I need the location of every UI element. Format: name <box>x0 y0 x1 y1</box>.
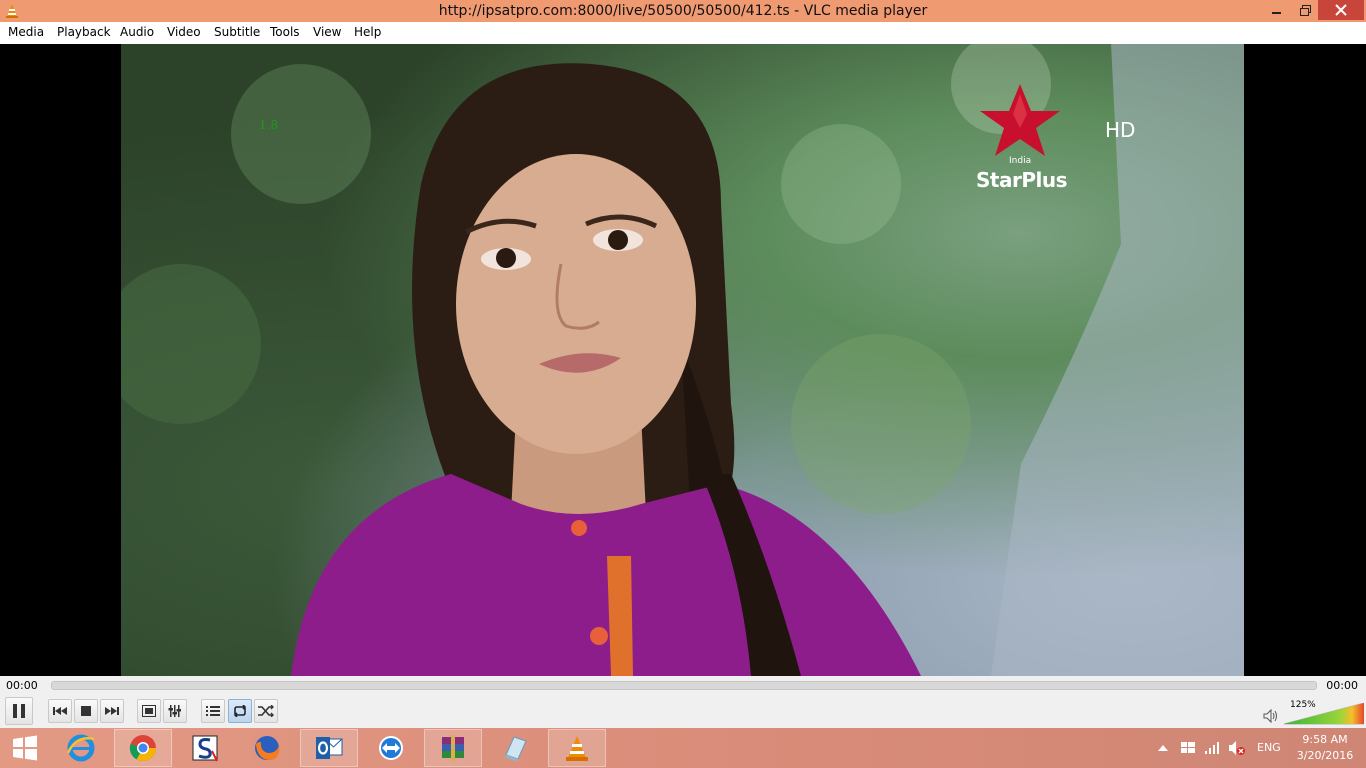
pause-icon <box>13 704 25 718</box>
channel-name: StarPlus <box>976 168 1067 192</box>
minimize-icon <box>1272 12 1281 14</box>
title-bar[interactable]: http://ipsatpro.com:8000/live/50500/5050… <box>0 0 1366 22</box>
chrome-icon <box>129 735 157 762</box>
internet-explorer-icon <box>66 734 95 762</box>
taskbar-internet-explorer[interactable] <box>52 729 110 767</box>
firefox-icon <box>255 736 280 761</box>
extended-settings-button[interactable] <box>163 699 187 723</box>
next-icon <box>105 707 119 715</box>
sync-app-icon <box>192 735 218 762</box>
taskbar-sync-app[interactable] <box>176 729 234 767</box>
fullscreen-button[interactable] <box>137 699 161 723</box>
stop-button[interactable] <box>74 699 98 723</box>
menu-video[interactable]: Video <box>167 25 201 39</box>
taskbar-winrar[interactable] <box>424 729 482 767</box>
mute-speaker-icon[interactable] <box>1263 709 1279 723</box>
osd-overlay-text: 1.8 <box>259 118 279 132</box>
chevron-up-icon <box>1158 745 1168 751</box>
maximize-button[interactable] <box>1290 0 1320 20</box>
taskbar-vlc[interactable] <box>548 729 606 767</box>
menu-media[interactable]: Media <box>8 25 44 39</box>
fullscreen-icon <box>142 705 156 717</box>
menu-audio[interactable]: Audio <box>120 25 154 39</box>
outlook-icon <box>316 737 343 759</box>
start-button[interactable] <box>0 729 50 767</box>
pause-button[interactable] <box>5 697 33 725</box>
extended-settings-icon <box>168 705 181 717</box>
menu-subtitle[interactable]: Subtitle <box>214 25 260 39</box>
muted-speaker-icon <box>1229 741 1245 755</box>
menu-tools[interactable]: Tools <box>270 25 300 39</box>
playlist-icon <box>206 706 220 716</box>
show-hidden-icons-button[interactable] <box>1156 728 1170 768</box>
close-icon <box>1335 4 1347 16</box>
menu-playback[interactable]: Playback <box>57 25 111 39</box>
menu-help[interactable]: Help <box>354 25 381 39</box>
minimize-button[interactable] <box>1262 0 1292 20</box>
clock-time: 9:58 AM <box>1302 733 1348 746</box>
volume-tray-button[interactable] <box>1226 728 1248 768</box>
previous-icon <box>53 707 67 715</box>
window-title: http://ipsatpro.com:8000/live/50500/5050… <box>438 3 928 19</box>
taskbar-chrome[interactable] <box>114 729 172 767</box>
start-icon <box>13 735 37 761</box>
channel-country-label: India <box>1009 156 1032 166</box>
loop-icon <box>233 705 247 717</box>
teamviewer-icon <box>379 736 403 760</box>
seek-slider[interactable] <box>51 681 1317 690</box>
video-output[interactable]: 1.8 India StarPlus HD <box>0 44 1366 676</box>
random-icon <box>258 705 274 717</box>
action-center-button[interactable] <box>1178 728 1198 768</box>
taskbar-teamviewer[interactable] <box>362 729 420 767</box>
total-time[interactable]: 00:00 <box>1326 679 1358 692</box>
input-language[interactable]: ENG <box>1257 741 1281 754</box>
system-clock[interactable]: 9:58 AM 3/20/2016 <box>1290 732 1360 764</box>
taskbar-notes-app[interactable] <box>486 729 544 767</box>
menu-bar: Media Playback Audio Video Subtitle Tool… <box>0 22 1366 45</box>
next-button[interactable] <box>100 699 124 723</box>
close-button[interactable] <box>1318 0 1364 20</box>
taskbar-firefox[interactable] <box>238 729 296 767</box>
playlist-button[interactable] <box>201 699 225 723</box>
winrar-icon <box>442 735 464 761</box>
volume-slider[interactable] <box>1284 703 1364 725</box>
menu-view[interactable]: View <box>313 25 341 39</box>
video-frame[interactable]: 1.8 India StarPlus HD <box>121 44 1244 676</box>
stop-icon <box>81 706 91 716</box>
taskbar: ENG 9:58 AM 3/20/2016 <box>0 728 1366 768</box>
seek-row: 00:00 00:00 <box>0 676 1366 696</box>
signal-bars-icon <box>1205 742 1219 754</box>
hd-badge: HD <box>1105 118 1136 142</box>
vlc-icon <box>566 736 588 761</box>
restore-icon <box>1299 4 1311 16</box>
taskbar-outlook[interactable] <box>300 729 358 767</box>
clock-date: 3/20/2016 <box>1296 749 1354 762</box>
playback-controls: 125% <box>0 696 1366 728</box>
notes-app-icon <box>504 736 527 761</box>
network-button[interactable] <box>1202 728 1222 768</box>
elapsed-time[interactable]: 00:00 <box>6 679 38 692</box>
random-button[interactable] <box>254 699 278 723</box>
action-center-flag-icon <box>1181 742 1195 753</box>
loop-button[interactable] <box>228 699 252 723</box>
previous-button[interactable] <box>48 699 72 723</box>
